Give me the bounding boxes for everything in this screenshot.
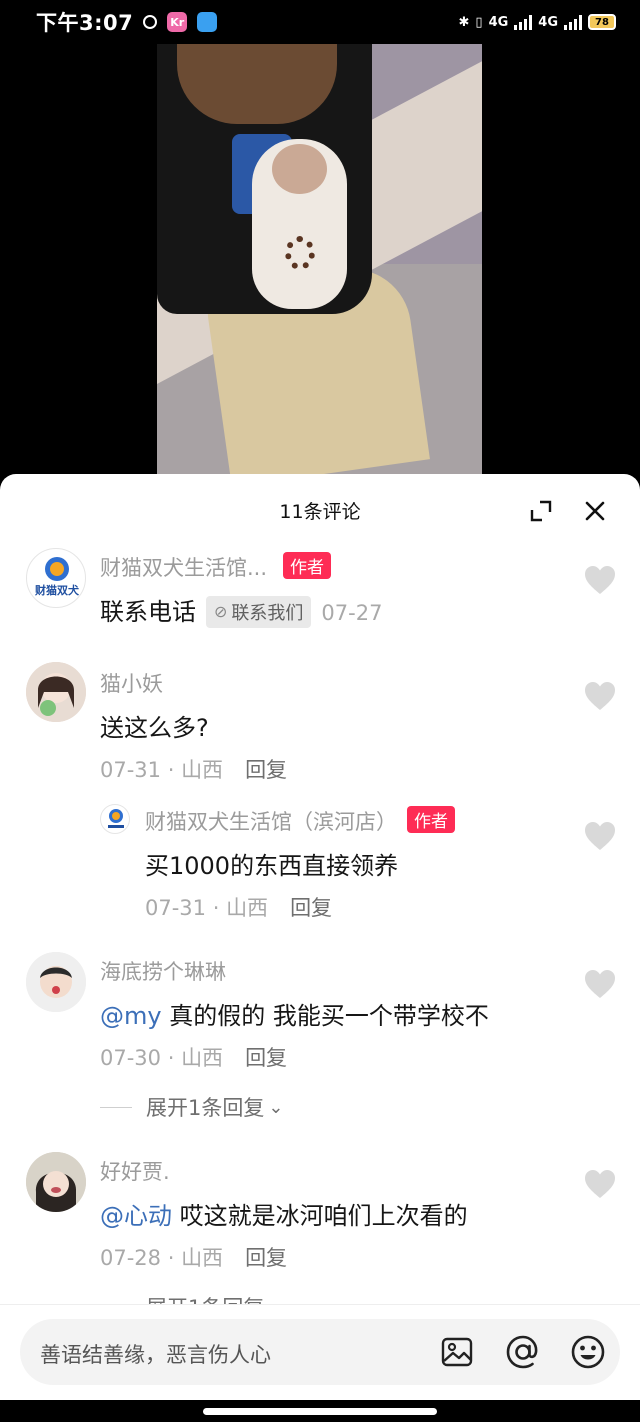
mention-link[interactable]: @my [100, 1002, 162, 1030]
comment-item: 财猫双犬 财猫双犬生活馆... 作者 联系电话 ⊘ 联系我们 07-27 [0, 546, 640, 656]
shop-logo-icon [108, 809, 124, 828]
reply-location: 山西 [226, 896, 269, 920]
user-avatar-icon [26, 662, 86, 722]
author-badge: 作者 [283, 552, 332, 579]
comment-input-placeholder[interactable]: 善语结善缘，恶言伤人心 [40, 1339, 271, 1369]
heart-icon[interactable] [583, 968, 617, 1000]
comment-item: 猫小妖 送这么多? 07-31 · 山西 回复 财猫双犬生活馆（滨河店） 作者 买1… [0, 660, 640, 930]
contact-chip-label[interactable]: 联系我们 [231, 599, 303, 625]
author-badge: 作者 [407, 806, 455, 833]
comment-date: 07-28 [100, 1246, 162, 1270]
divider-line [100, 1106, 132, 1108]
emoji-icon[interactable] [569, 1333, 607, 1371]
comment-text-body: 联系电话 [100, 598, 196, 626]
comment-text-body: 哎这就是冰河咱们上次看的 [172, 1202, 468, 1230]
comment-date: 07-31 [100, 758, 162, 782]
reply-button[interactable]: 回复 [245, 1246, 287, 1270]
comment-author-name[interactable]: 财猫双犬生活馆... [100, 556, 267, 580]
status-bar: 下午3:07 Kr ✱ ▯ 4G 4G 78 [0, 0, 640, 44]
shop-logo-icon: 财猫双犬 [34, 557, 80, 597]
comment-location: 山西 [181, 1046, 224, 1070]
reply-avatar[interactable] [100, 804, 130, 834]
reply-date: 07-31 [145, 896, 207, 920]
heart-icon[interactable] [583, 1168, 617, 1200]
expand-icon[interactable] [528, 498, 554, 524]
expand-replies-label[interactable]: 展开1条回复 [146, 1092, 264, 1122]
reply-author[interactable]: 财猫双犬生活馆（滨河店） 作者 [145, 806, 455, 836]
shop-logo-text: 财猫双犬 [34, 583, 80, 597]
heart-icon[interactable] [583, 820, 617, 852]
screen: 下午3:07 Kr ✱ ▯ 4G 4G 78 11条评论 财猫双犬 财猫双犬生活… [0, 0, 640, 1422]
video-frame[interactable] [157, 44, 482, 474]
reply-author-name[interactable]: 财猫双犬生活馆（滨河店） [145, 810, 397, 834]
expand-replies-button[interactable]: 展开1条回复⌄ [100, 1092, 283, 1122]
image-icon[interactable] [440, 1335, 474, 1369]
link-icon: ⊘ [214, 602, 228, 621]
signal-icon-2 [564, 14, 582, 30]
network-label-1: 4G [488, 14, 509, 30]
comments-header: 11条评论 [0, 474, 640, 546]
reply-text: 买1000的东西直接领养 [145, 852, 399, 880]
video-hair [177, 44, 337, 124]
status-left: 下午3:07 Kr [36, 7, 218, 37]
chevron-down-icon: ⌄ [268, 1096, 284, 1118]
video-player[interactable] [0, 44, 640, 474]
comment-location: 山西 [181, 1246, 224, 1270]
video-cat-face [272, 144, 327, 194]
comment-meta: 07-30 · 山西 回复 [100, 1046, 288, 1070]
home-indicator[interactable] [203, 1408, 437, 1415]
comment-meta: 07-28 · 山西 回复 [100, 1246, 288, 1270]
heart-icon[interactable] [583, 680, 617, 712]
comment-author[interactable]: 财猫双犬生活馆... 作者 [100, 552, 332, 582]
comment-author[interactable]: 海底捞个琳琳 [100, 956, 226, 986]
comment-author[interactable]: 好好贾. [100, 1156, 170, 1186]
comment-text: @my 真的假的 我能买一个带学校不 [100, 996, 489, 1031]
mention-link[interactable]: @心动 [100, 1202, 172, 1230]
comment-item: 好好贾. @心动 哎这就是冰河咱们上次看的 07-28 · 山西回复 展开1条回… [0, 1150, 640, 1320]
navigation-bar [0, 1400, 640, 1422]
comment-item: 海底捞个琳琳 @my 真的假的 我能买一个带学校不 07-30 · 山西 回复 展… [0, 950, 640, 1130]
network-label-2: 4G [538, 14, 558, 30]
at-mention-icon[interactable] [504, 1333, 542, 1371]
status-right: ✱ ▯ 4G 4G 78 [458, 14, 616, 30]
user-avatar-icon [26, 952, 86, 1012]
avatar[interactable]: 财猫双犬 [26, 548, 86, 608]
reply-meta: 07-31 · 山西 回复 [145, 896, 333, 920]
battery-icon: 78 [588, 14, 616, 30]
video-bracelet [285, 236, 315, 270]
comment-date: 07-30 [100, 1046, 162, 1070]
comment-date: 07-27 [321, 601, 383, 625]
comments-sheet: 11条评论 财猫双犬 财猫双犬生活馆... 作者 联系电话 ⊘ 联系我们 07-… [0, 474, 640, 1422]
reply-button[interactable]: 回复 [245, 1046, 287, 1070]
comment-text-body: 真的假的 我能买一个带学校不 [161, 1002, 489, 1030]
comment-input[interactable]: 善语结善缘，恶言伤人心 [20, 1319, 620, 1385]
comment-input-bar: 善语结善缘，恶言伤人心 [0, 1304, 640, 1400]
bluetooth-icon: ✱ [458, 14, 470, 30]
reply-button[interactable]: 回复 [290, 896, 332, 920]
vibrate-icon: ▯ [475, 14, 483, 30]
comment-text: 联系电话 ⊘ 联系我们 07-27 [100, 592, 382, 628]
comment-location: 山西 [181, 758, 224, 782]
app-notification-icon: Kr [167, 12, 188, 32]
user-avatar-icon [26, 1152, 86, 1212]
app-notification-icon-2 [197, 12, 218, 32]
avatar[interactable] [26, 952, 86, 1012]
avatar[interactable] [26, 662, 86, 722]
comment-text: @心动 哎这就是冰河咱们上次看的 [100, 1196, 468, 1231]
comment-author[interactable]: 猫小妖 [100, 668, 163, 698]
reply-button[interactable]: 回复 [245, 758, 287, 782]
avatar[interactable] [26, 1152, 86, 1212]
comment-meta: 07-31 · 山西 回复 [100, 758, 288, 782]
signal-icon [514, 14, 533, 30]
comment-text: 送这么多? [100, 714, 209, 742]
contact-chip[interactable]: ⊘ 联系我们 [206, 595, 312, 628]
alarm-ring-icon [143, 15, 158, 29]
comments-title: 11条评论 [279, 500, 361, 523]
status-time: 下午3:07 [36, 11, 134, 35]
close-icon[interactable] [582, 498, 608, 524]
heart-icon[interactable] [583, 564, 617, 596]
